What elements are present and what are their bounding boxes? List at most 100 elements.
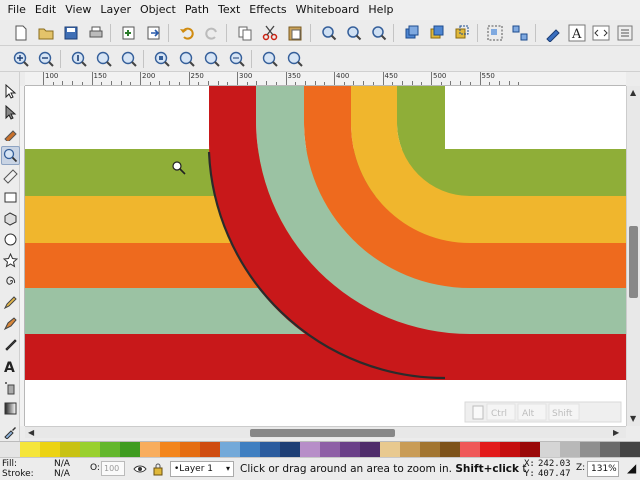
- palette-swatch[interactable]: [340, 442, 360, 458]
- zoom-2-1-icon[interactable]: [119, 49, 139, 69]
- palette-swatch[interactable]: [420, 442, 440, 458]
- menu-edit[interactable]: Edit: [30, 0, 60, 20]
- palette-swatch[interactable]: [40, 442, 60, 458]
- palette-swatch[interactable]: [100, 442, 120, 458]
- ungroup-icon[interactable]: [510, 23, 530, 43]
- vertical-scroll-thumb[interactable]: [629, 226, 638, 298]
- zoom-out-icon[interactable]: [36, 49, 56, 69]
- palette-swatch[interactable]: [360, 442, 380, 458]
- palette-swatch[interactable]: [440, 442, 460, 458]
- measure-tool-icon[interactable]: [1, 167, 20, 186]
- pen-tool-icon[interactable]: [1, 314, 20, 333]
- spray-tool-icon[interactable]: [1, 378, 20, 397]
- lock-icon[interactable]: [151, 462, 165, 476]
- pencil-tool-icon[interactable]: [1, 293, 20, 312]
- fill-value[interactable]: N/A: [54, 459, 70, 469]
- menu-object[interactable]: Object: [136, 0, 181, 20]
- fill-stroke-icon[interactable]: [543, 23, 563, 43]
- palette-swatch[interactable]: [80, 442, 100, 458]
- unlink-clone-icon[interactable]: [452, 23, 472, 43]
- zoom-drawing-icon[interactable]: [344, 23, 364, 43]
- rectangle-tool-icon[interactable]: [1, 188, 20, 207]
- zoom-fit-page-icon[interactable]: [202, 49, 222, 69]
- tweak-tool-icon[interactable]: [1, 124, 20, 143]
- node-tool-icon[interactable]: [1, 103, 20, 122]
- copy-icon[interactable]: [235, 23, 255, 43]
- zoom-selection-icon[interactable]: [319, 23, 339, 43]
- scroll-right-icon[interactable]: ▶: [613, 428, 619, 437]
- open-icon[interactable]: [36, 23, 56, 43]
- palette-swatch[interactable]: [320, 442, 340, 458]
- ellipse-tool-icon[interactable]: [1, 230, 20, 249]
- zoom-1-1-icon[interactable]: [69, 49, 89, 69]
- text-tool-icon[interactable]: A: [1, 357, 20, 376]
- calligraphy-tool-icon[interactable]: [1, 335, 20, 354]
- 3d-box-tool-icon[interactable]: [1, 209, 20, 228]
- palette-swatch[interactable]: [120, 442, 140, 458]
- palette-swatch[interactable]: [260, 442, 280, 458]
- palette-swatch[interactable]: [300, 442, 320, 458]
- menu-text[interactable]: Text: [214, 0, 245, 20]
- resize-grip-icon[interactable]: ◢: [627, 461, 636, 475]
- zoom-fit-drawing-icon[interactable]: [177, 49, 197, 69]
- scroll-down-icon[interactable]: ▼: [630, 414, 636, 423]
- menu-help[interactable]: Help: [364, 0, 398, 20]
- export-icon[interactable]: [144, 23, 164, 43]
- palette-swatch[interactable]: [60, 442, 80, 458]
- menu-whiteboard[interactable]: Whiteboard: [291, 0, 364, 20]
- palette-swatch[interactable]: [580, 442, 600, 458]
- spiral-tool-icon[interactable]: [1, 272, 20, 291]
- menu-effects[interactable]: Effects: [245, 0, 291, 20]
- palette-swatch[interactable]: [400, 442, 420, 458]
- palette-swatch[interactable]: [460, 442, 480, 458]
- clone-icon[interactable]: [427, 23, 447, 43]
- zoom-1-2-icon[interactable]: [94, 49, 114, 69]
- paste-icon[interactable]: [285, 23, 305, 43]
- horizontal-ruler[interactable]: 100 150 200 250 300 350 400 450 500 550: [25, 72, 626, 86]
- palette-swatch[interactable]: [500, 442, 520, 458]
- zoom-fit-width-icon[interactable]: [227, 49, 247, 69]
- import-icon[interactable]: [119, 23, 139, 43]
- zoom-page-icon[interactable]: [369, 23, 389, 43]
- menu-path[interactable]: Path: [180, 0, 213, 20]
- palette-swatch[interactable]: [620, 442, 640, 458]
- palette-swatch[interactable]: [280, 442, 300, 458]
- palette-swatch[interactable]: [200, 442, 220, 458]
- zoom-fit-selection-icon[interactable]: [152, 49, 172, 69]
- horizontal-scrollbar[interactable]: ◀ ▶: [25, 426, 626, 438]
- opacity-field[interactable]: 100: [101, 461, 125, 476]
- palette-swatch[interactable]: [600, 442, 620, 458]
- undo-icon[interactable]: [177, 23, 197, 43]
- scroll-up-icon[interactable]: ▲: [630, 88, 636, 97]
- text-font-icon[interactable]: A: [567, 23, 587, 43]
- zoom-field[interactable]: 131%: [587, 461, 619, 477]
- group-icon[interactable]: [485, 23, 505, 43]
- dropper-tool-icon[interactable]: [1, 422, 20, 441]
- cut-icon[interactable]: [260, 23, 280, 43]
- save-icon[interactable]: [61, 23, 81, 43]
- star-tool-icon[interactable]: [1, 251, 20, 270]
- menu-view[interactable]: View: [61, 0, 96, 20]
- print-icon[interactable]: [86, 23, 106, 43]
- zoom-next-icon[interactable]: [285, 49, 305, 69]
- palette-swatch[interactable]: [540, 442, 560, 458]
- duplicate-icon[interactable]: [402, 23, 422, 43]
- scroll-left-icon[interactable]: ◀: [28, 428, 34, 437]
- layer-dropdown[interactable]: •Layer 1 ▾: [170, 461, 234, 477]
- palette-swatch[interactable]: [380, 442, 400, 458]
- horizontal-scroll-thumb[interactable]: [250, 429, 395, 437]
- palette-swatch[interactable]: [180, 442, 200, 458]
- stroke-value[interactable]: N/A: [54, 469, 70, 479]
- vertical-scrollbar[interactable]: ▲ ▼: [626, 86, 640, 426]
- gradient-tool-icon[interactable]: [1, 399, 20, 418]
- palette-swatch[interactable]: [0, 442, 20, 458]
- palette-swatch[interactable]: [560, 442, 580, 458]
- palette-swatch[interactable]: [220, 442, 240, 458]
- menu-file[interactable]: File: [3, 0, 30, 20]
- eye-visibility-icon[interactable]: [133, 462, 147, 476]
- xml-editor-icon[interactable]: [591, 23, 611, 43]
- zoom-in-icon[interactable]: [11, 49, 31, 69]
- menu-layer[interactable]: Layer: [96, 0, 136, 20]
- palette-swatch[interactable]: [480, 442, 500, 458]
- selector-tool-icon[interactable]: [1, 82, 20, 101]
